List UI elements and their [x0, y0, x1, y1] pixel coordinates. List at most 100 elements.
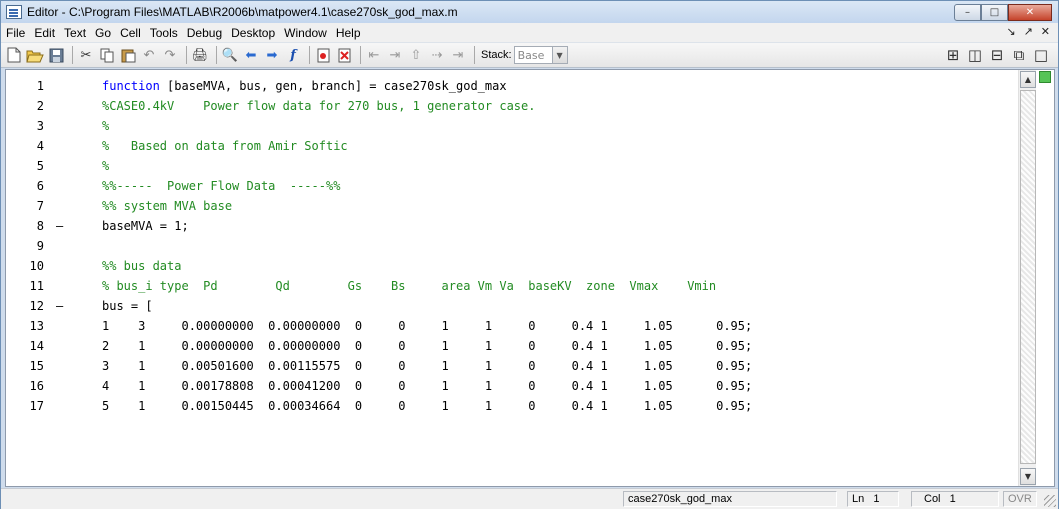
code-text: % bus_i type Pd Qd Gs Bs area Vm Va base… [102, 276, 716, 296]
code-text: %% system MVA base [102, 196, 232, 216]
menu-bar: File Edit Text Go Cell Tools Debug Deskt… [1, 23, 1058, 43]
maximize-button[interactable]: □ [981, 4, 1008, 21]
code-comment: %CASE0.4kV Power flow data for 270 bus, … [102, 99, 536, 113]
dock-controls: ↘ ↗ ✕ [1006, 25, 1050, 38]
code-text: % [102, 156, 109, 176]
breakpoint-marker[interactable]: – [56, 296, 68, 316]
menu-go[interactable]: Go [91, 26, 115, 40]
code-line[interactable]: 12– bus = [ [6, 296, 1021, 316]
code-line[interactable]: 7 %% system MVA base [6, 196, 1021, 216]
menu-edit[interactable]: Edit [30, 26, 59, 40]
float-icon[interactable]: ⧉ [1010, 46, 1028, 64]
split-vertical-icon[interactable]: ◫ [966, 46, 984, 64]
code-line[interactable]: 9 [6, 236, 1021, 256]
code-text: function [baseMVA, bus, gen, branch] = c… [102, 76, 507, 96]
cut-icon[interactable]: ✂ [77, 46, 95, 64]
menu-file[interactable]: File [2, 26, 29, 40]
mlint-status-icon[interactable] [1039, 71, 1051, 83]
back-icon[interactable]: ⬅ [242, 46, 260, 64]
vertical-scrollbar[interactable]: ▲ ▼ [1018, 70, 1036, 486]
code-text: % [102, 116, 109, 136]
status-ln-label: Ln [852, 493, 865, 505]
status-column: Col 1 [911, 491, 999, 507]
code-text: 5 1 0.00150445 0.00034664 0 0 1 1 0 0.4 … [102, 396, 752, 416]
code-line[interactable]: 17 5 1 0.00150445 0.00034664 0 0 1 1 0 0.… [6, 396, 1021, 416]
code-line[interactable]: 16 4 1 0.00178808 0.00041200 0 0 1 1 0 0.… [6, 376, 1021, 396]
menu-cell[interactable]: Cell [116, 26, 145, 40]
window-controls: – □ ✕ [954, 4, 1052, 21]
code-line[interactable]: 1 function [baseMVA, bus, gen, branch] = … [6, 76, 1021, 96]
code-editor[interactable]: 1 function [baseMVA, bus, gen, branch] = … [5, 69, 1055, 487]
menu-desktop[interactable]: Desktop [227, 26, 279, 40]
close-button[interactable]: ✕ [1008, 4, 1052, 21]
code-line[interactable]: 6 %%----- Power Flow Data -----%% [6, 176, 1021, 196]
dock-icon[interactable]: ↘ [1006, 25, 1015, 38]
code-line[interactable]: 5% [6, 156, 1021, 176]
mlint-bar [1038, 70, 1052, 486]
print-icon[interactable]: 🖨 [191, 46, 209, 64]
code-line[interactable]: 11 % bus_i type Pd Qd Gs Bs area Vm Va ba… [6, 276, 1021, 296]
menu-debug[interactable]: Debug [183, 26, 226, 40]
line-number: 13 [29, 319, 44, 333]
tile-icon[interactable]: ⊞ [944, 46, 962, 64]
code-line[interactable]: 15 3 1 0.00501600 0.00115575 0 0 1 1 0 0.… [6, 356, 1021, 376]
scroll-down-icon[interactable]: ▼ [1020, 468, 1036, 485]
line-number: 17 [29, 399, 44, 413]
step-in-icon[interactable]: ⇥ [386, 46, 404, 64]
undo-icon[interactable]: ↶ [140, 46, 158, 64]
open-file-icon[interactable] [26, 46, 44, 64]
line-number: 3 [36, 119, 44, 133]
code-segment: bus = [ [102, 299, 153, 313]
minimize-button[interactable]: – [954, 4, 981, 21]
code-keyword: function [102, 79, 160, 93]
status-ln-value: 1 [873, 493, 880, 505]
code-line[interactable]: 14 2 1 0.00000000 0.00000000 0 0 1 1 0 0.… [6, 336, 1021, 356]
menu-tools[interactable]: Tools [146, 26, 182, 40]
layout-controls: ⊞ ◫ ⊟ ⧉ □ [944, 46, 1050, 64]
resize-grip[interactable] [1044, 495, 1056, 507]
redo-icon[interactable]: ↷ [161, 46, 179, 64]
title-bar[interactable]: Editor - C:\Program Files\MATLAB\R2006b\… [1, 1, 1058, 23]
new-file-icon[interactable] [5, 46, 23, 64]
status-col-label: Col [924, 493, 941, 505]
line-number: 11 [29, 279, 44, 293]
editor-window: Editor - C:\Program Files\MATLAB\R2006b\… [0, 0, 1059, 509]
window-title: Editor - C:\Program Files\MATLAB\R2006b\… [27, 5, 458, 19]
code-text: %CASE0.4kV Power flow data for 270 bus, … [102, 96, 535, 116]
chevron-down-icon[interactable]: ▼ [551, 47, 567, 63]
continue-icon[interactable]: ⇢ [428, 46, 446, 64]
set-breakpoint-icon[interactable] [314, 46, 332, 64]
code-line[interactable]: 10 %% bus data [6, 256, 1021, 276]
close-doc-icon[interactable]: ✕ [1041, 25, 1050, 38]
line-number: 7 [36, 199, 44, 213]
paste-icon[interactable] [119, 46, 137, 64]
split-horizontal-icon[interactable]: ⊟ [988, 46, 1006, 64]
line-number: 16 [29, 379, 44, 393]
code-line[interactable]: 2 %CASE0.4kV Power flow data for 270 bus,… [6, 96, 1021, 116]
step-out-icon[interactable]: ⇧ [407, 46, 425, 64]
stack-dropdown[interactable]: Base ▼ [513, 46, 568, 64]
code-text: baseMVA = 1; [102, 216, 189, 236]
code-line[interactable]: 13 1 3 0.00000000 0.00000000 0 0 1 1 0 0.… [6, 316, 1021, 336]
exit-debug-icon[interactable]: ⇥ [449, 46, 467, 64]
step-icon[interactable]: ⇤ [365, 46, 383, 64]
function-icon[interactable]: f [284, 46, 302, 64]
status-bar: case270sk_god_max Ln 1 Col 1 OVR [1, 488, 1058, 509]
menu-window[interactable]: Window [280, 26, 331, 40]
find-icon[interactable]: 🔍 [221, 46, 239, 64]
undock-icon[interactable]: ↗ [1024, 25, 1033, 38]
code-line[interactable]: 4 % Based on data from Amir Softic [6, 136, 1021, 156]
line-number: 1 [36, 79, 44, 93]
scroll-up-icon[interactable]: ▲ [1020, 71, 1036, 88]
copy-icon[interactable] [98, 46, 116, 64]
maximize-doc-icon[interactable]: □ [1032, 46, 1050, 64]
code-line[interactable]: 8– baseMVA = 1; [6, 216, 1021, 236]
scroll-thumb[interactable] [1020, 90, 1036, 464]
code-line[interactable]: 3% [6, 116, 1021, 136]
menu-help[interactable]: Help [332, 26, 365, 40]
breakpoint-marker[interactable]: – [56, 216, 68, 236]
save-icon[interactable] [47, 46, 65, 64]
menu-text[interactable]: Text [60, 26, 90, 40]
forward-icon[interactable]: ➡ [263, 46, 281, 64]
clear-breakpoints-icon[interactable] [335, 46, 353, 64]
